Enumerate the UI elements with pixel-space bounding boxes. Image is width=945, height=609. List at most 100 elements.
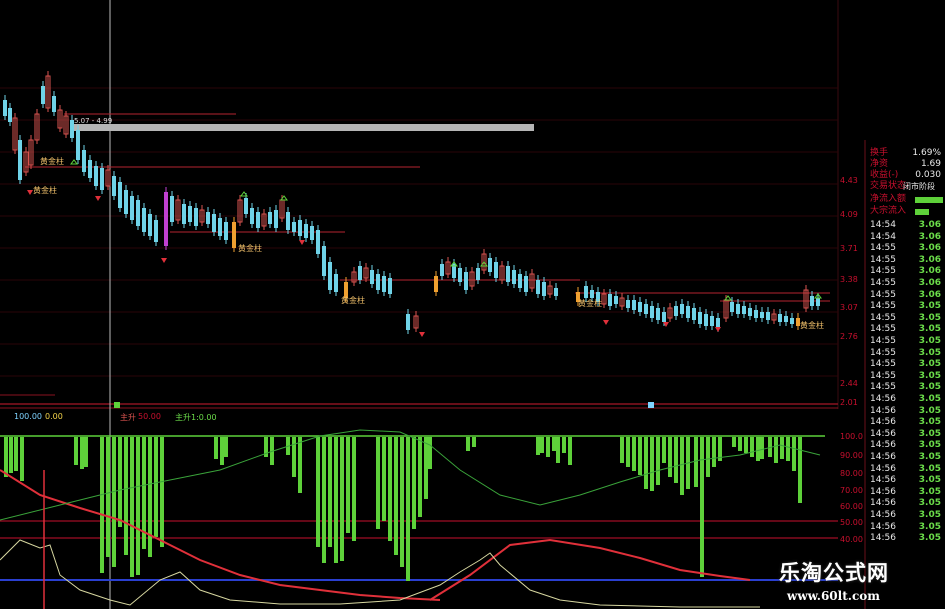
candle-body [224,222,228,240]
indicator-bar [700,437,704,577]
tick-price: 3.05 [918,336,941,346]
candle-body [328,262,332,290]
tick-row: 14:54 3.06 [867,232,945,243]
indicator-bar [424,437,428,499]
marker-icon [114,402,120,408]
indicator-bar [556,437,560,463]
tick-row: 14:55 3.05 [867,371,945,382]
tick-time: 14:55 [870,254,896,265]
candle-body [206,212,210,224]
price-axis-label: 2.44 [840,379,858,388]
tick-row: 14:55 3.05 [867,348,945,359]
candle-body [316,230,320,254]
candle-body [112,176,116,196]
price-axis-label: 3.07 [840,303,858,312]
tick-time: 14:56 [870,533,896,544]
candle-body [130,196,134,220]
indicator-bar [780,437,784,459]
candle-body [310,226,314,240]
tick-time: 14:55 [870,312,896,323]
indicator-bar [316,437,320,547]
tick-row: 14:55 3.05 [867,382,945,393]
tick-row: 14:56 3.05 [867,475,945,486]
tick-time: 14:56 [870,440,896,451]
candle-body [766,312,770,320]
tick-price: 3.05 [918,486,941,497]
net-inflow-bar [915,197,943,203]
gold-bar-signal: 黄金柱 [578,299,602,308]
indicator-bar [638,437,642,475]
tick-row: 14:54 3.06 [867,220,945,231]
tick-price: 3.05 [918,452,941,462]
sell-arrow [95,196,101,201]
candle-body [274,210,278,228]
gold-bar-signal: 黄金柱 [33,186,57,195]
info-row: 大宗流入 [867,206,945,217]
tick-price: 3.05 [918,359,941,370]
candle-body [778,314,782,322]
indicator-header-value: 主升 [120,413,136,422]
tick-time: 14:54 [870,220,896,230]
indicator-bar [154,437,158,537]
range-bar [72,124,534,131]
tick-row: 14:55 3.06 [867,255,945,266]
indicator-bar [298,437,302,493]
info-row: 净资 1.69 [867,159,945,170]
indicator-bar [4,437,8,477]
tick-price: 3.05 [918,533,941,544]
tick-time: 14:55 [870,370,896,381]
info-value: 闭市阶段 [903,182,935,191]
tick-time: 14:56 [870,498,896,509]
indicator-bar [160,437,164,547]
tick-price: 3.05 [918,498,941,509]
tick-row: 14:55 3.05 [867,359,945,370]
indicator-bar [400,437,404,567]
indicator-bar [774,437,778,463]
candle-body [680,304,684,314]
indicator-bar [674,437,678,483]
candle-body [644,304,648,314]
indicator-header-value: 0.00 [45,412,63,421]
indicator-bar [694,437,698,487]
candle-body [250,208,254,224]
indicator-bar [562,437,566,453]
indicator-axis-label: 40.00 [840,535,863,544]
candle-body [142,208,146,232]
candle-body [218,218,222,236]
price-chart[interactable] [0,0,945,609]
candle-body [536,280,540,294]
tick-row: 14:56 3.05 [867,406,945,417]
watermark-title: 乐淘公式网 [779,561,889,585]
gold-bar-signal: 黄金柱 [341,296,365,305]
tick-price: 3.05 [918,312,941,323]
candle-body [52,96,56,112]
tick-row: 14:55 3.05 [867,324,945,335]
indicator-bar [394,437,398,555]
candle-body [784,316,788,322]
tick-price: 3.06 [918,220,941,230]
indicator-bar [80,437,84,469]
candle-body [816,298,820,306]
indicator-bar [20,437,24,481]
price-axis-label: 3.71 [840,244,858,253]
indicator-bar [680,437,684,495]
info-row: 收益(-) 0.030 [867,170,945,181]
indicator-bar [106,437,110,557]
candle-body [88,160,92,178]
candle-body [188,206,192,222]
info-key: 大宗流入 [870,206,907,216]
candle-body [76,130,80,160]
candle-body [590,290,594,298]
indicator-bar [644,437,648,489]
buy-arrow [70,159,78,165]
tick-row: 14:56 3.05 [867,522,945,533]
candle-body [754,310,758,318]
tick-row: 14:56 3.05 [867,452,945,463]
indicator-bar [650,437,654,491]
candle-body [304,224,308,238]
tick-row: 14:56 3.05 [867,498,945,509]
tick-price: 3.05 [918,347,941,358]
candle-body [662,312,666,322]
candle-body [154,220,158,242]
indicator-bar [412,437,416,529]
